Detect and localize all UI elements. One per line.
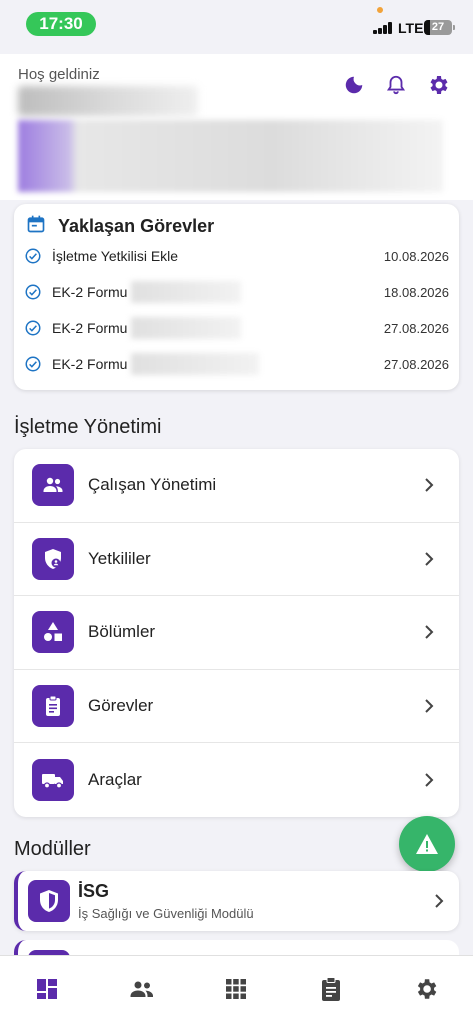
people-icon — [32, 464, 74, 507]
tab-settings[interactable] — [411, 974, 441, 1004]
tab-tasks[interactable] — [316, 974, 346, 1004]
blurred-task-detail — [131, 353, 260, 375]
check-circle-icon — [25, 320, 41, 336]
tab-apps[interactable] — [221, 974, 251, 1004]
task-row[interactable]: EK-2 Formu 27.08.2026 — [24, 352, 449, 376]
calendar-icon — [26, 214, 46, 239]
upcoming-tasks-card: Yaklaşan Görevler İşletme Yetkilisi Ekle… — [14, 204, 459, 390]
chevron-right-icon — [435, 894, 444, 908]
status-bar: 17:30 LTE 27 — [0, 0, 473, 50]
menu-label: Bölümler — [88, 622, 156, 642]
menu-item-departments[interactable]: Bölümler — [14, 596, 459, 670]
task-row[interactable]: İşletme Yetkilisi Ekle 10.08.2026 — [24, 244, 449, 268]
task-name: EK-2 Formu — [52, 284, 128, 300]
chevron-right-icon — [425, 699, 434, 713]
shield-icon — [28, 880, 70, 922]
chevron-right-icon — [425, 625, 434, 640]
menu-item-employees[interactable]: Çalışan Yönetimi — [14, 449, 459, 523]
task-date: 27.08.2026 — [383, 356, 449, 372]
check-circle-icon — [25, 356, 41, 372]
alert-fab-button[interactable] — [399, 816, 455, 872]
menu-item-tasks[interactable]: Görevler — [14, 670, 459, 744]
blurred-task-detail — [131, 317, 242, 339]
status-time: 17:30 — [26, 12, 96, 36]
module-title: İSG — [78, 881, 110, 901]
upcoming-title: Yaklaşan Görevler — [58, 216, 215, 236]
clipboard-icon — [32, 685, 74, 728]
bell-icon[interactable] — [383, 72, 409, 98]
bottom-tab-bar — [0, 955, 473, 1024]
blurred-company-name — [18, 86, 198, 116]
header-actions — [341, 72, 451, 98]
task-row[interactable]: EK-2 Formu 18.08.2026 — [24, 280, 449, 304]
shapes-icon — [32, 611, 74, 654]
gear-icon[interactable] — [425, 72, 451, 98]
task-name: EK-2 Formu — [52, 320, 128, 336]
network-label: LTE — [398, 20, 424, 36]
management-title: İşletme Yönetimi — [14, 416, 162, 438]
task-row[interactable]: EK-2 Formu 27.08.2026 — [24, 316, 449, 340]
header: Hoş geldiniz — [0, 54, 473, 200]
gear-icon — [417, 979, 436, 999]
blurred-task-detail — [131, 281, 242, 303]
menu-label: Görevler — [88, 696, 154, 716]
menu-item-vehicles[interactable]: Araçlar — [14, 743, 459, 817]
shield-user-icon — [32, 537, 74, 580]
warning-icon — [416, 834, 438, 854]
clipboard-icon — [322, 977, 341, 1001]
menu-label: Araçlar — [88, 770, 142, 790]
menu-label: Yetkililer — [88, 548, 151, 568]
menu-item-authorized[interactable]: Yetkililer — [14, 523, 459, 597]
chevron-right-icon — [425, 478, 434, 493]
dashboard-icon — [37, 979, 58, 999]
task-name: İşletme Yetkilisi Ekle — [52, 248, 179, 264]
check-circle-icon — [25, 284, 41, 300]
welcome-text: Hoş geldiniz — [18, 66, 100, 83]
tab-people[interactable] — [127, 974, 157, 1004]
task-name: EK-2 Formu — [52, 356, 128, 372]
truck-icon — [32, 759, 74, 802]
menu-label: Çalışan Yönetimi — [88, 475, 217, 495]
activity-dot — [377, 7, 383, 13]
tab-dashboard[interactable] — [32, 974, 62, 1004]
chevron-right-icon — [425, 773, 434, 787]
apps-grid-icon — [226, 979, 247, 999]
blurred-company-info — [18, 120, 443, 192]
moon-icon[interactable] — [341, 72, 367, 98]
management-menu: Çalışan Yönetimi Yetkililer Bölümler Gör… — [14, 449, 459, 817]
check-circle-icon — [25, 248, 41, 264]
task-date: 10.08.2026 — [383, 248, 449, 264]
module-card-isg[interactable]: İSG İş Sağlığı ve Güvenliği Modülü — [14, 871, 459, 931]
task-date: 18.08.2026 — [383, 284, 449, 300]
battery-level: 27 — [431, 21, 445, 33]
chevron-right-icon — [425, 552, 434, 566]
battery-icon: 27 — [424, 20, 455, 35]
signal-icon — [373, 22, 395, 34]
modules-title: Modüller — [14, 838, 91, 860]
module-subtitle: İş Sağlığı ve Güvenliği Modülü — [78, 906, 254, 921]
people-icon — [130, 981, 153, 997]
task-date: 27.08.2026 — [383, 320, 449, 336]
